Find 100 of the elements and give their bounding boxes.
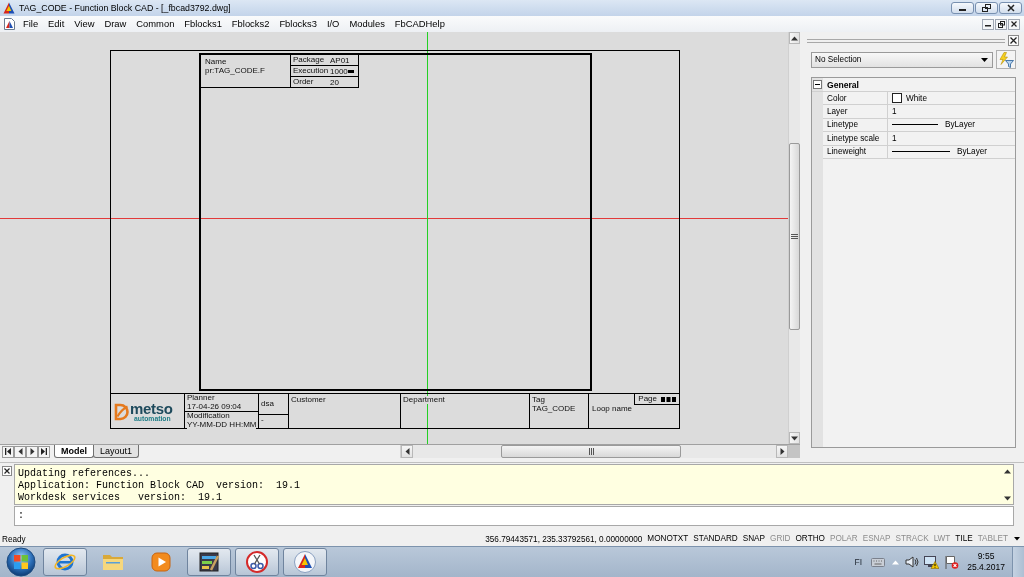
menu-item[interactable]: Fblocks3 <box>274 17 322 31</box>
title-block-value: 20 <box>330 77 339 87</box>
taskbar-button[interactable] <box>235 548 279 576</box>
triangle-up-icon <box>791 35 798 41</box>
property-value: 1 <box>892 132 897 144</box>
quick-select-button[interactable] <box>996 50 1016 69</box>
clock-time[interactable]: 9:55 <box>977 551 995 562</box>
property-value: 1 <box>892 106 897 118</box>
flag-cross-icon[interactable] <box>944 555 960 569</box>
filled-blocks-icon <box>661 396 676 402</box>
close-button[interactable] <box>999 2 1022 14</box>
property-value: ByLayer <box>945 119 976 131</box>
language-indicator[interactable]: FI <box>854 557 863 567</box>
triangle-up-icon <box>1004 468 1011 474</box>
close-button[interactable] <box>2 466 12 476</box>
next-tab-button[interactable] <box>26 445 38 458</box>
minimize-button[interactable] <box>982 18 994 30</box>
scrollbar-thumb[interactable] <box>501 445 681 458</box>
property-name: Lineweight <box>823 145 888 159</box>
scroll-down-button[interactable] <box>1003 494 1012 502</box>
title-block-label: Tag <box>532 396 545 404</box>
clock-date[interactable]: 25.4.2017 <box>967 562 1005 573</box>
scroll-up-button[interactable] <box>1003 467 1012 475</box>
scroll-right-button[interactable] <box>776 445 788 458</box>
app-logo-icon <box>3 2 15 14</box>
title-block-value: 1000 <box>330 66 348 76</box>
close-icon <box>1010 37 1017 44</box>
menu-item[interactable]: Common <box>131 17 180 31</box>
bar-triangle-left-icon <box>5 448 11 455</box>
title-block-value: AP01 <box>330 55 350 65</box>
scrollbar-thumb[interactable] <box>789 143 800 330</box>
swoosh-logo-icon <box>114 401 129 422</box>
menu-item[interactable]: View <box>69 17 100 31</box>
status-toggle[interactable]: STANDARD <box>692 533 739 545</box>
history-line: Application: Function Block CAD version: 19.1 <box>18 480 302 492</box>
caret-icon <box>981 57 988 62</box>
line-sample-icon <box>892 150 950 154</box>
layout-tab[interactable]: Layout1 <box>93 445 140 458</box>
bar-triangle-right-icon <box>41 448 47 455</box>
menu-item[interactable]: FbCADHelp <box>389 17 450 31</box>
line-sample-icon <box>892 123 938 127</box>
restore-icon <box>982 4 991 12</box>
status-toggle[interactable]: ORTHO <box>794 533 826 545</box>
title-block-label: Name <box>205 58 227 66</box>
first-tab-button[interactable] <box>2 445 14 458</box>
status-toggle[interactable]: MONOTXT <box>646 533 690 545</box>
title-block-label: Execution <box>293 67 330 75</box>
menu-item[interactable]: Draw <box>99 17 132 31</box>
menu-item[interactable]: File <box>18 17 44 31</box>
property-value: ByLayer <box>957 146 988 158</box>
command-input-field[interactable]: : <box>14 506 1014 526</box>
menu-item[interactable]: Fblocks1 <box>179 17 227 31</box>
selection-dropdown[interactable]: No Selection <box>811 51 993 68</box>
title-block-label: dsa <box>261 400 274 408</box>
close-icon <box>1011 21 1017 27</box>
grip-icon <box>791 234 798 239</box>
minimize-button[interactable] <box>951 2 974 14</box>
property-name: Layer <box>823 105 888 119</box>
title-block-label: Loop name <box>592 405 633 413</box>
layout-tab[interactable]: Model <box>54 445 94 458</box>
title-block-label: Department <box>403 396 445 404</box>
title-block-value: TAG_CODE <box>532 404 576 413</box>
taskbar-button[interactable] <box>187 548 231 576</box>
previous-tab-button[interactable] <box>14 445 26 458</box>
menu-item[interactable]: Modules <box>344 17 390 31</box>
coordinates-readout: 356.79443571, 235.33792561, 0.00000000 <box>485 534 643 544</box>
title-block-value: pr:TAG_CODE.F <box>205 66 265 75</box>
property-name: Linetype <box>823 118 888 133</box>
minus-box-icon[interactable] <box>813 80 822 89</box>
scroll-up-button[interactable] <box>789 32 800 44</box>
keyboard-icon[interactable] <box>871 555 886 569</box>
restore-button[interactable] <box>995 18 1007 30</box>
close-button[interactable] <box>1008 35 1019 46</box>
scissors-icon <box>245 550 269 574</box>
title-block-label: Customer <box>291 396 326 404</box>
scroll-left-button[interactable] <box>401 445 413 458</box>
scroll-down-button[interactable] <box>789 432 800 444</box>
status-toggle[interactable]: TILE <box>954 533 974 545</box>
maximize-button[interactable] <box>975 2 998 14</box>
menu-item[interactable]: Fblocks2 <box>226 17 275 31</box>
speaker-icon[interactable] <box>905 555 920 569</box>
title-block-value: 17-04-26 09:04 <box>187 402 242 411</box>
close-button[interactable] <box>1008 18 1020 30</box>
monitor-warning-icon[interactable] <box>924 555 940 569</box>
property-value: White <box>906 92 927 104</box>
filled-block-icon <box>348 69 354 73</box>
menu-item[interactable]: I/O <box>321 17 345 31</box>
triangle-left-icon <box>17 448 23 455</box>
triangle-right-icon <box>779 448 785 455</box>
title-block-label: Modification <box>187 412 230 420</box>
tile-pencil-icon <box>197 550 221 574</box>
grip-icon <box>588 448 594 455</box>
start-button[interactable] <box>5 547 37 577</box>
status-toggle[interactable]: SNAP <box>741 533 767 545</box>
taskbar-button[interactable] <box>283 548 327 576</box>
caret-icon <box>1014 537 1020 541</box>
last-tab-button[interactable] <box>38 445 50 458</box>
window-title: TAG_CODE - Function Block CAD - [_fbcad3792.dwg] <box>19 3 232 13</box>
menu-item[interactable]: Edit <box>43 17 70 31</box>
history-line: Updating references... <box>18 468 152 480</box>
